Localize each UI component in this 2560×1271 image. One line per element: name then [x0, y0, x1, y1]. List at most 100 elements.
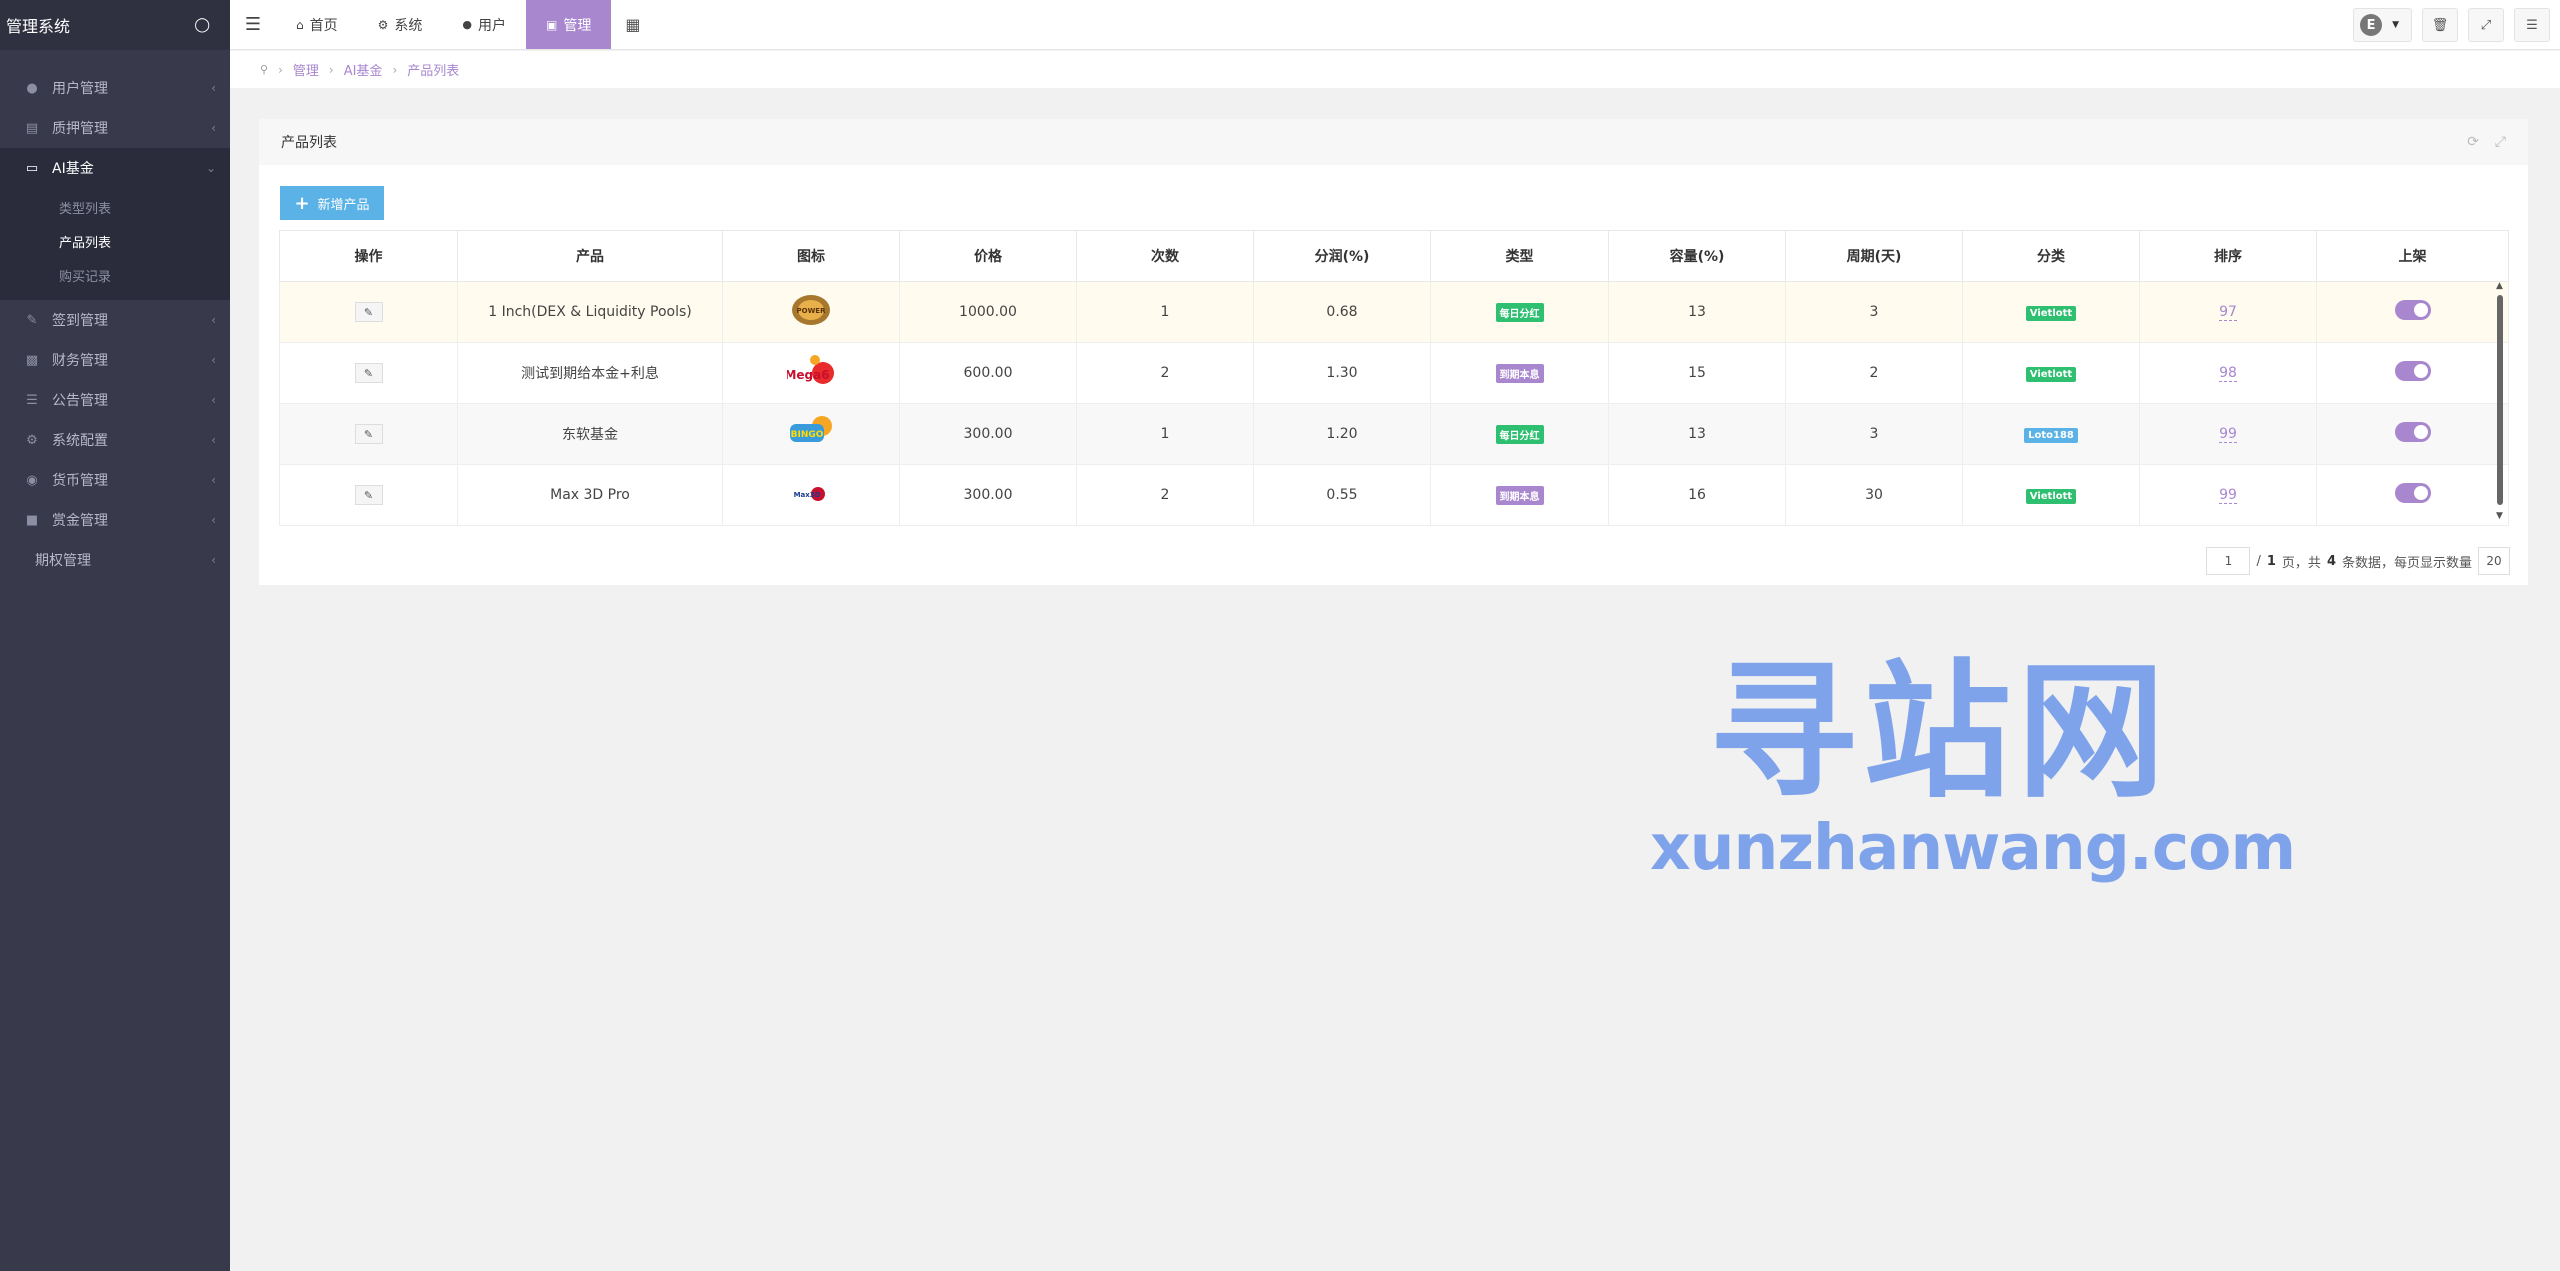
- sidebar-item-ai-fund[interactable]: ▭ AI基金 ⌄: [0, 148, 230, 188]
- sidebar-subitem-purchases[interactable]: 购买记录: [0, 258, 230, 292]
- product-logo: POWER: [792, 295, 830, 325]
- col-header[interactable]: 周期(天): [1785, 230, 1963, 282]
- sidebar-item-currency[interactable]: ◉ 货币管理 ‹: [0, 460, 230, 500]
- breadcrumb-products[interactable]: 产品列表: [407, 60, 459, 79]
- avatar: E: [2360, 14, 2383, 36]
- gear-icon: ⚙: [377, 17, 389, 32]
- page-number-input[interactable]: [2206, 547, 2251, 575]
- profit: 0.55: [1253, 464, 1431, 526]
- capacity: 13: [1608, 281, 1786, 343]
- sidebar-menu: ● 用户管理 ‹ ▤ 质押管理 ‹ ▭ AI基金 ⌄ 类型列表 产品列表 购买记…: [0, 50, 230, 580]
- sort-editable[interactable]: 97: [2219, 304, 2237, 321]
- tab-label: 系统: [394, 17, 423, 34]
- grid-icon[interactable]: ▦: [611, 0, 654, 49]
- edit-icon[interactable]: ✎: [354, 485, 383, 505]
- refresh-icon[interactable]: ⟳: [2467, 134, 2479, 150]
- sidebar-subitem-products[interactable]: 产品列表: [0, 224, 230, 258]
- scroll-down-icon[interactable]: ▼: [2496, 511, 2503, 521]
- sidebar-item-staking[interactable]: ▤ 质押管理 ‹: [0, 108, 230, 148]
- add-product-button[interactable]: + 新增产品: [280, 186, 384, 220]
- table-header-row: 操作 产品 图标 价格 次数 分润(%) 类型 容量(%) 周期(天) 分类 排…: [279, 230, 2509, 282]
- table-scrollbar[interactable]: ▲ ▼: [2495, 281, 2505, 521]
- edit-icon[interactable]: ✎: [354, 363, 383, 383]
- product-name: 东软基金: [457, 403, 723, 465]
- col-header[interactable]: 类型: [1430, 230, 1609, 282]
- tab-system[interactable]: ⚙ 系统: [358, 0, 443, 49]
- price: 300.00: [899, 464, 1077, 526]
- sidebar-item-finance[interactable]: ▩ 财务管理 ‹: [0, 340, 230, 380]
- trash-icon: 🗑: [2431, 17, 2449, 33]
- product-logo-text: Mega6: [787, 368, 830, 382]
- listed-toggle[interactable]: [2394, 422, 2431, 442]
- chevron-left-icon: ‹: [211, 81, 216, 95]
- sidebar-item-config[interactable]: ⚙ 系统配置 ‹: [0, 420, 230, 460]
- breadcrumb-ai-fund[interactable]: AI基金: [344, 60, 383, 79]
- scroll-thumb[interactable]: [2497, 295, 2503, 505]
- sidebar-item-label: 系统配置: [52, 433, 108, 449]
- type-badge: 到期本息: [1495, 485, 1544, 505]
- sort-editable[interactable]: 99: [2219, 487, 2237, 504]
- edit-icon[interactable]: ✎: [354, 424, 383, 444]
- product-logo-text: BINGO: [791, 430, 824, 440]
- topbar: ☰ ⌂ 首页 ⚙ 系统 ● 用户 ▣ 管理 ▦ E ▼ 🗑 ⤢ ☰: [230, 0, 2560, 50]
- chevron-left-icon: ‹: [211, 353, 216, 367]
- cycle: 30: [1785, 464, 1963, 526]
- col-header[interactable]: 次数: [1076, 230, 1254, 282]
- tab-user[interactable]: ● 用户: [442, 0, 526, 49]
- col-header[interactable]: 容量(%): [1608, 230, 1786, 282]
- menu-toggle-icon[interactable]: ☰: [230, 0, 276, 49]
- pagination: / 1 页，共 4 条数据，每页显示数量: [2206, 547, 2510, 575]
- breadcrumb: ⚲ › 管理 › AI基金 › 产品列表: [230, 51, 2560, 88]
- chevron-down-icon: ⌄: [205, 161, 216, 175]
- clear-cache-button[interactable]: 🗑: [2422, 8, 2458, 42]
- product-table: 操作 产品 图标 价格 次数 分润(%) 类型 容量(%) 周期(天) 分类 排…: [279, 230, 2509, 526]
- fullscreen-button[interactable]: ⤢: [2468, 8, 2504, 42]
- sidebar-item-label: 质押管理: [52, 121, 108, 137]
- sidebar-item-label: 用户管理: [52, 81, 108, 97]
- col-header[interactable]: 上架: [2316, 230, 2509, 282]
- chevron-left-icon: ‹: [211, 313, 216, 327]
- scroll-up-icon[interactable]: ▲: [2496, 281, 2503, 291]
- breadcrumb-manage[interactable]: 管理: [293, 60, 319, 79]
- col-header[interactable]: 产品: [457, 230, 723, 282]
- expand-icon[interactable]: ⤢: [2495, 134, 2506, 150]
- edit-icon[interactable]: ✎: [354, 302, 383, 322]
- tab-manage[interactable]: ▣ 管理: [526, 0, 612, 49]
- sidebar: 管理系统 ◯ ● 用户管理 ‹ ▤ 质押管理 ‹ ▭ AI基金 ⌄ 类型列表 产…: [0, 0, 230, 1271]
- sidebar-item-users[interactable]: ● 用户管理 ‹: [0, 68, 230, 108]
- right-panel-button[interactable]: ☰: [2514, 8, 2550, 42]
- col-header[interactable]: 排序: [2139, 230, 2317, 282]
- sidebar-subitem-types[interactable]: 类型列表: [0, 190, 230, 224]
- listed-toggle[interactable]: [2394, 361, 2431, 381]
- type-badge: 到期本息: [1495, 363, 1544, 383]
- home-icon: ⌂: [296, 17, 304, 32]
- sidebar-item-checkin[interactable]: ✎ 签到管理 ‹: [0, 300, 230, 340]
- page-size-input[interactable]: [2478, 547, 2510, 575]
- product-name: 1 Inch(DEX & Liquidity Pools): [457, 281, 723, 343]
- user-menu[interactable]: E ▼: [2353, 8, 2412, 42]
- sidebar-submenu: 类型列表 产品列表 购买记录: [0, 188, 230, 300]
- profit: 0.68: [1253, 281, 1431, 343]
- tab-label: 用户: [478, 17, 506, 34]
- category-badge: Loto188: [2024, 427, 2078, 443]
- sort-editable[interactable]: 99: [2219, 426, 2237, 443]
- sidebar-item-notices[interactable]: ☰ 公告管理 ‹: [0, 380, 230, 420]
- edit-icon: ✎: [26, 312, 38, 328]
- times: 1: [1076, 281, 1254, 343]
- sidebar-item-label: 签到管理: [52, 313, 108, 329]
- tab-home[interactable]: ⌂ 首页: [276, 0, 358, 49]
- panel-header: 产品列表 ⟳ ⤢: [259, 119, 2528, 165]
- col-header[interactable]: 分润(%): [1253, 230, 1431, 282]
- theme-drop-icon[interactable]: ◯: [194, 17, 210, 33]
- user-icon: ●: [26, 80, 38, 96]
- category-badge: Vietlott: [2025, 366, 2077, 382]
- sidebar-item-options[interactable]: 期权管理 ‹: [0, 540, 230, 580]
- sidebar-item-label: 期权管理: [35, 553, 91, 569]
- listed-toggle[interactable]: [2394, 483, 2431, 503]
- topbar-right: E ▼ 🗑 ⤢ ☰: [2353, 0, 2560, 50]
- col-header[interactable]: 分类: [1962, 230, 2140, 282]
- sidebar-item-bounty[interactable]: ■ 赏金管理 ‹: [0, 500, 230, 540]
- listed-toggle[interactable]: [2394, 300, 2431, 320]
- col-header[interactable]: 价格: [899, 230, 1077, 282]
- sort-editable[interactable]: 98: [2219, 365, 2237, 382]
